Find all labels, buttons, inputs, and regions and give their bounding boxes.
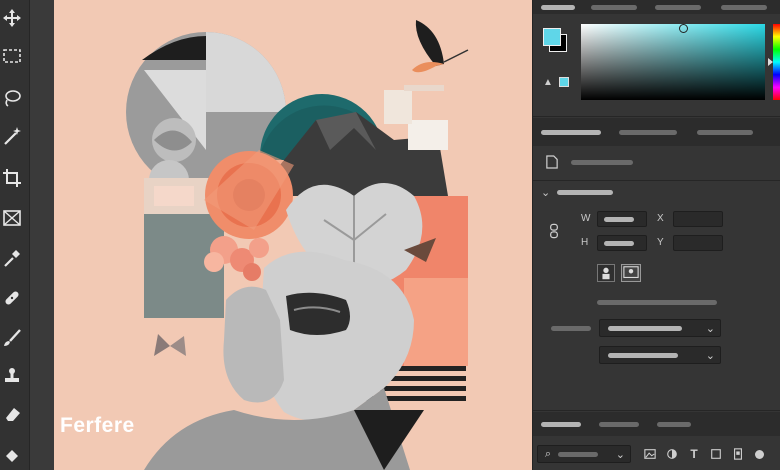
crop-tool-icon[interactable] [0, 166, 24, 190]
y-field[interactable] [673, 235, 723, 251]
link-icon[interactable] [547, 222, 561, 240]
shape-icon[interactable] [709, 447, 723, 461]
cloud-quadrant [206, 32, 286, 112]
width-label: W [581, 213, 591, 224]
x-field[interactable] [673, 211, 723, 227]
canvas-area[interactable]: Ferfere [30, 0, 532, 470]
foreground-color-swatch[interactable] [543, 28, 561, 46]
color-tabs [533, 0, 780, 14]
tab-libraries[interactable] [697, 130, 753, 135]
magic-wand-tool-icon[interactable] [0, 124, 24, 148]
chevron-down-icon: ⌄ [615, 449, 625, 461]
eraser-tool-icon[interactable] [0, 402, 24, 426]
layer-type-label [571, 160, 633, 165]
healing-brush-tool-icon[interactable] [0, 286, 24, 310]
collage-artwork [126, 20, 469, 470]
image-icon[interactable] [643, 447, 657, 461]
eyedropper-tool-icon[interactable] [0, 246, 24, 270]
layers-tabs [533, 412, 780, 436]
orange-butterfly [412, 20, 469, 73]
tab-channels[interactable] [599, 422, 639, 427]
tab-properties[interactable] [541, 130, 601, 135]
align-section-title [597, 300, 717, 305]
tab-swatches[interactable] [591, 5, 637, 10]
brush-tool-icon[interactable] [0, 326, 24, 350]
lasso-tool-icon[interactable] [0, 86, 24, 110]
clone-stamp-tool-icon[interactable] [0, 364, 24, 388]
tab-adjustments[interactable] [619, 130, 677, 135]
search-icon: ⌕ [544, 447, 552, 460]
chevron-down-icon[interactable]: ⌄ [541, 186, 550, 199]
text-icon[interactable]: T [687, 447, 701, 461]
move-tool-icon[interactable] [0, 6, 24, 30]
hue-slider[interactable] [773, 24, 780, 100]
height-field[interactable] [597, 235, 647, 251]
small-butterfly [154, 334, 186, 356]
y-label: Y [657, 237, 664, 248]
circle-icon[interactable] [665, 447, 679, 461]
properties-tabs [533, 118, 780, 146]
portrait-orientation-button[interactable] [597, 264, 615, 282]
x-label: X [657, 213, 664, 224]
hue-slider-handle[interactable] [768, 58, 773, 66]
warning-icon: ▲ [543, 76, 553, 88]
tools-panel [0, 0, 30, 470]
blend-mode-dropdown[interactable]: ⌄ [599, 319, 721, 337]
transform-section-title [557, 190, 613, 195]
tab-gradients[interactable] [655, 5, 701, 10]
color-picker-field[interactable] [581, 24, 765, 100]
width-field[interactable] [597, 211, 647, 227]
tab-color[interactable] [541, 5, 575, 10]
document-canvas[interactable]: Ferfere [54, 0, 532, 470]
filter-toggle[interactable] [755, 450, 764, 459]
gamut-swatch[interactable] [559, 77, 569, 87]
watermark-logo: Ferfere [60, 414, 135, 437]
paint-bucket-tool-icon[interactable] [0, 444, 24, 468]
blend-label [551, 326, 591, 331]
frame-tool-icon[interactable] [0, 206, 24, 230]
tab-paths[interactable] [657, 422, 691, 427]
document-icon [545, 154, 559, 170]
marquee-tool-icon[interactable] [0, 44, 24, 68]
chevron-down-icon: ⌄ [705, 323, 715, 335]
tab-patterns[interactable] [721, 5, 767, 10]
height-label: H [581, 237, 589, 248]
smart-object-icon[interactable] [731, 447, 745, 461]
landscape-orientation-button[interactable] [621, 264, 641, 282]
layer-filter-dropdown[interactable]: ⌕ ⌄ [537, 445, 631, 463]
right-panels: ▲ ⌄ W X H Y ⌄ ⌄ ⌕ ⌄ T [532, 0, 780, 470]
tab-layers[interactable] [541, 422, 581, 427]
picker-cursor[interactable] [679, 24, 688, 33]
chevron-down-icon: ⌄ [705, 350, 715, 362]
opacity-dropdown[interactable]: ⌄ [599, 346, 721, 364]
